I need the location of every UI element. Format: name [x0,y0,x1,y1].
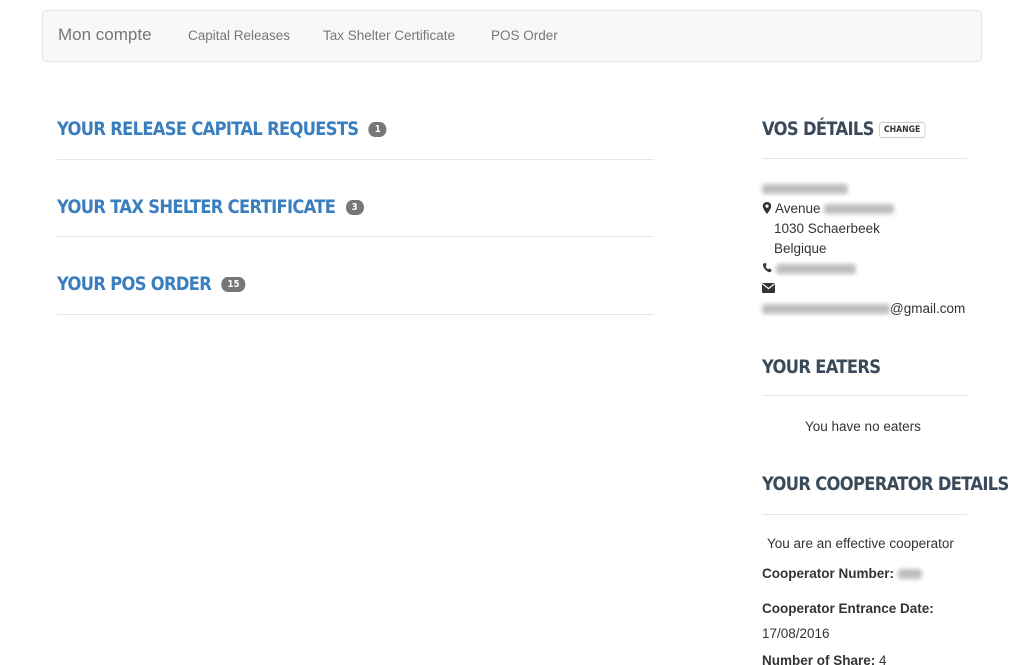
tax-shelter-heading[interactable]: Your Tax Shelter Certificate 3 [57,196,570,218]
nav-link-capital-releases[interactable]: Capital Releases [188,28,290,43]
change-details-button[interactable]: CHANGE [878,121,926,138]
release-capital-section: Your Release Capital Requests 1 [57,118,654,160]
cooperator-entrance-date: 17/08/2016 [762,626,830,641]
shares-label: Number of Share: [762,653,876,665]
eaters-empty-text: You have no eaters [805,419,921,434]
nav-link-tax-shelter-certificate[interactable]: Tax Shelter Certificate [323,28,455,43]
release-capital-title: Your Release Capital Requests [57,118,359,140]
tax-shelter-count-badge: 3 [345,200,364,215]
cooperator-number-row: Cooperator Number: [762,566,922,581]
street-prefix: Avenue [775,201,821,216]
cooperator-header: Your Cooperator Details [762,473,1009,495]
navbar-brand[interactable]: Mon compte [58,25,152,45]
street-redacted [824,204,895,215]
eaters-title: Your Eaters [762,356,881,378]
pos-order-heading[interactable]: Your POS Order 15 [57,273,570,295]
email-user-redacted [762,304,890,315]
pos-order-count-badge: 15 [221,277,246,292]
pos-order-title: Your POS Order [57,273,212,295]
cooperator-number-redacted [897,569,922,580]
eaters-header: Your Eaters [762,356,967,378]
shares-row: Number of Share: 4 [762,653,887,665]
envelope-icon [762,283,775,293]
details-header: Vos détails CHANGE [762,118,967,140]
name-redacted [762,181,848,196]
address-line-street: Avenue [762,201,895,216]
cooperator-number-label: Cooperator Number: [762,566,895,581]
address-country: Belgique [774,241,827,256]
phone-icon [762,262,772,273]
email-line[interactable]: @gmail.com [762,301,965,316]
email-domain: @gmail.com [890,301,966,316]
address-postal-city: 1030 Schaerbeek [774,221,880,236]
phone-line [762,261,856,276]
release-capital-heading[interactable]: Your Release Capital Requests 1 [57,118,570,140]
details-divider [762,158,967,159]
phone-redacted [775,264,856,275]
tax-shelter-title: Your Tax Shelter Certificate [57,196,336,218]
release-capital-count-badge: 1 [368,122,387,137]
details-title: Vos détails [762,118,874,140]
cooperator-title: Your Cooperator Details [762,473,1009,495]
cooperator-divider [762,514,967,515]
navbar: Mon compte Capital Releases Tax Shelter … [42,10,982,62]
email-icon-line [762,281,775,296]
map-marker-icon [762,202,772,214]
cooperator-status: You are an effective cooperator [767,536,954,551]
tax-shelter-section: Your Tax Shelter Certificate 3 [57,196,654,237]
shares-value: 4 [879,653,887,665]
cooperator-entrance-label: Cooperator Entrance Date: [762,601,934,616]
details-heading: Vos détails CHANGE [762,118,938,140]
pos-order-section: Your POS Order 15 [57,273,654,315]
nav-link-pos-order[interactable]: POS Order [491,28,558,43]
eaters-divider [762,395,967,396]
